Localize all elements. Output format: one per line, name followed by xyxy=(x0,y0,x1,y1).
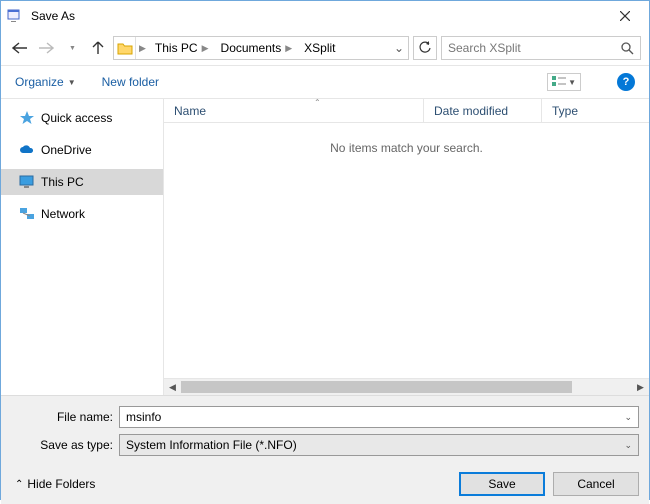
view-mode-button[interactable]: ▼ xyxy=(547,73,581,91)
hide-folders-button[interactable]: ⌃ Hide Folders xyxy=(15,477,95,491)
new-folder-button[interactable]: New folder xyxy=(102,75,159,89)
sidebar-item-label: OneDrive xyxy=(41,143,92,157)
sidebar-item-onedrive[interactable]: OneDrive xyxy=(1,137,163,163)
chevron-up-icon: ⌃ xyxy=(15,479,23,490)
help-button[interactable]: ? xyxy=(617,73,635,91)
recent-locations-button[interactable]: ▼ xyxy=(61,37,83,59)
breadcrumb-bar[interactable]: ▶ This PC▶ Documents▶ XSplit ⌄ xyxy=(113,36,409,60)
filetype-label: Save as type: xyxy=(11,438,119,452)
crumb-this-pc[interactable]: This PC▶ xyxy=(149,37,215,59)
column-headers: ⌃ Name Date modified Type xyxy=(164,99,649,123)
horizontal-scrollbar[interactable]: ◀ ▶ xyxy=(164,378,649,395)
folder-icon xyxy=(114,37,136,59)
filetype-select[interactable]: System Information File (*.NFO) ⌄ xyxy=(119,434,639,456)
app-icon xyxy=(5,6,25,26)
cloud-icon xyxy=(19,144,35,156)
monitor-icon xyxy=(19,175,35,189)
sidebar-item-quick-access[interactable]: Quick access xyxy=(1,105,163,131)
search-icon xyxy=(621,42,634,55)
network-icon xyxy=(19,207,35,221)
back-button[interactable] xyxy=(9,37,31,59)
organize-menu[interactable]: Organize▼ xyxy=(15,75,76,89)
crumb-xsplit[interactable]: XSplit xyxy=(298,37,341,59)
close-button[interactable] xyxy=(605,3,645,29)
sidebar: Quick access OneDrive This PC Network xyxy=(1,99,163,395)
sidebar-item-label: Quick access xyxy=(41,111,112,125)
scroll-thumb[interactable] xyxy=(181,381,572,393)
view-icon xyxy=(552,76,566,88)
star-icon xyxy=(19,110,35,126)
filename-input[interactable]: msinfo ⌄ xyxy=(119,406,639,428)
chevron-down-icon[interactable]: ⌄ xyxy=(624,440,632,451)
window-title: Save As xyxy=(31,9,75,23)
crumb-documents[interactable]: Documents▶ xyxy=(215,37,299,59)
column-header-type[interactable]: Type xyxy=(542,99,649,122)
sidebar-item-network[interactable]: Network xyxy=(1,201,163,227)
column-header-date[interactable]: Date modified xyxy=(424,99,542,122)
cancel-button[interactable]: Cancel xyxy=(553,472,639,496)
file-list-pane: ⌃ Name Date modified Type No items match… xyxy=(163,99,649,395)
toolbar: Organize▼ New folder ▼ ? xyxy=(1,65,649,99)
sidebar-item-label: Network xyxy=(41,207,85,221)
chevron-down-icon[interactable]: ⌄ xyxy=(624,412,632,423)
nav-row: ▼ ▶ This PC▶ Documents▶ XSplit ⌄ Search … xyxy=(1,31,649,65)
chevron-right-icon: ▶ xyxy=(136,43,149,54)
path-dropdown-icon[interactable]: ⌄ xyxy=(390,41,408,55)
column-header-name[interactable]: Name xyxy=(164,99,424,122)
save-button[interactable]: Save xyxy=(459,472,545,496)
scroll-right-icon[interactable]: ▶ xyxy=(632,379,649,396)
main-area: Quick access OneDrive This PC Network ⌃ … xyxy=(1,99,649,395)
sidebar-item-label: This PC xyxy=(41,175,84,189)
sort-indicator-icon: ⌃ xyxy=(314,98,321,107)
sidebar-item-this-pc[interactable]: This PC xyxy=(1,169,163,195)
bottom-panel: File name: msinfo ⌄ Save as type: System… xyxy=(1,395,649,504)
filename-label: File name: xyxy=(11,410,119,424)
refresh-button[interactable] xyxy=(413,36,437,60)
forward-button[interactable] xyxy=(35,37,57,59)
search-placeholder: Search XSplit xyxy=(448,41,521,55)
scroll-left-icon[interactable]: ◀ xyxy=(164,379,181,396)
up-button[interactable] xyxy=(87,37,109,59)
title-bar: Save As xyxy=(1,1,649,31)
empty-message: No items match your search. xyxy=(164,123,649,378)
search-input[interactable]: Search XSplit xyxy=(441,36,641,60)
